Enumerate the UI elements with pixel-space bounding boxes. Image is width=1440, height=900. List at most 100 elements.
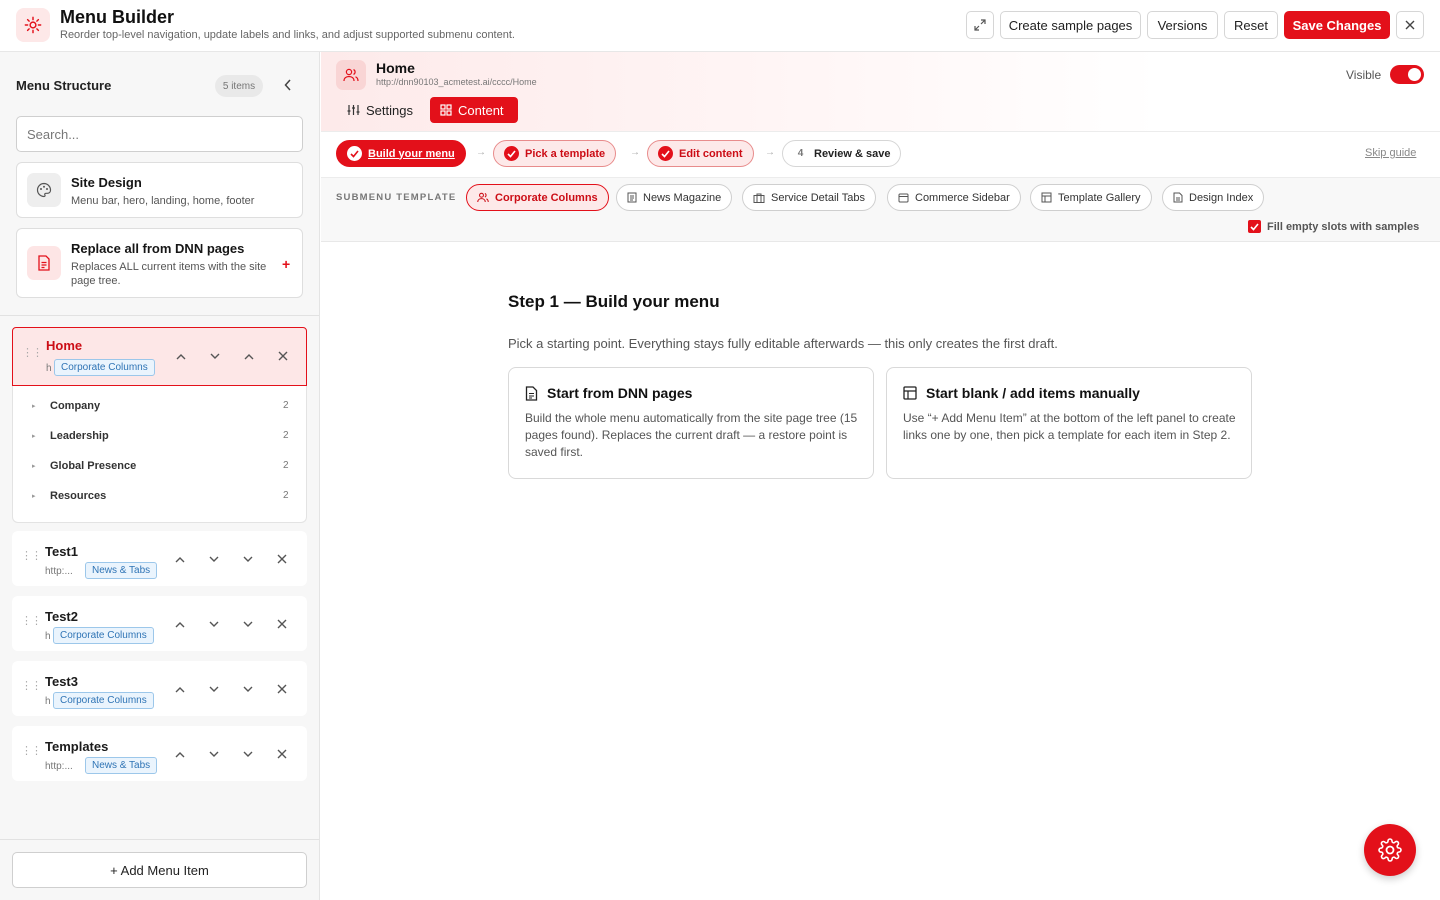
move-down-button[interactable]	[205, 615, 223, 633]
step-pick-template[interactable]: Pick a template	[493, 140, 617, 167]
step-lead: Pick a starting point. Everything stays …	[508, 336, 1058, 351]
move-up-button[interactable]	[171, 615, 189, 633]
file-icon	[1173, 192, 1183, 203]
menu-item-test3[interactable]: ⋮⋮ Test3 http://dnn90103_acmetest.ai/ccc…	[12, 661, 307, 716]
panel-title: Menu Structure	[16, 78, 112, 93]
gear-icon	[1378, 838, 1402, 862]
option-desc: Build the whole menu automatically from …	[525, 411, 858, 459]
chevron-down-icon	[209, 751, 219, 757]
tab-content[interactable]: Content	[430, 97, 518, 123]
expand-item-button[interactable]	[239, 615, 257, 633]
drag-handle-icon[interactable]: ⋮⋮	[21, 746, 42, 757]
start-from-dnn-pages-option[interactable]: Start from DNN pages Build the whole men…	[508, 367, 874, 479]
drag-handle-icon[interactable]: ⋮⋮	[21, 551, 42, 562]
step-build-menu[interactable]: Build your menu	[336, 140, 466, 167]
remove-item-button[interactable]	[274, 347, 292, 365]
collapse-item-button[interactable]	[240, 347, 258, 365]
chevron-up-icon	[175, 686, 185, 692]
reset-button[interactable]: Reset	[1224, 11, 1278, 39]
move-up-button[interactable]	[171, 550, 189, 568]
item-editor-header: Home http://dnn90103_acmetest.ai/cccc/Ho…	[321, 52, 1440, 132]
save-changes-button[interactable]: Save Changes	[1284, 11, 1390, 39]
chevron-down-icon	[243, 556, 253, 562]
close-icon	[278, 351, 288, 361]
item-title: Home	[376, 60, 415, 76]
app-title: Menu Builder	[60, 7, 175, 27]
chevron-down-icon	[209, 621, 219, 627]
template-chip-design-index[interactable]: Design Index	[1162, 184, 1265, 211]
submenu-item[interactable]: ▸ Company 2	[13, 392, 308, 422]
search-input[interactable]	[16, 116, 303, 152]
remove-item-button[interactable]	[273, 550, 291, 568]
expand-item-button[interactable]	[239, 550, 257, 568]
drag-handle-icon[interactable]: ⋮⋮	[21, 616, 42, 627]
menu-item-name: Test3	[45, 674, 78, 689]
tab-settings[interactable]: Settings	[337, 97, 423, 123]
expand-item-button[interactable]	[239, 680, 257, 698]
remove-item-button[interactable]	[273, 615, 291, 633]
menu-item-url: http://dnn90103_acmetest.ai/cccc/Home	[46, 363, 51, 374]
step-edit-content[interactable]: Edit content	[647, 140, 754, 167]
template-chip-service-detail-tabs[interactable]: Service Detail Tabs	[742, 184, 876, 211]
chevron-down-icon	[243, 686, 253, 692]
submenu-item[interactable]: ▸ Resources 2	[13, 482, 308, 512]
move-down-button[interactable]	[205, 745, 223, 763]
close-button[interactable]	[1396, 11, 1424, 39]
settings-fab-button[interactable]	[1364, 824, 1416, 876]
step-review-save[interactable]: 4 Review & save	[782, 140, 902, 167]
skip-guide-link[interactable]: Skip guide	[1365, 147, 1416, 159]
fill-empty-slots-checkbox[interactable]: Fill empty slots with samples	[1248, 220, 1419, 233]
menu-item-test1[interactable]: ⋮⋮ Test1 http:... News & Tabs	[12, 531, 307, 586]
remove-item-button[interactable]	[273, 680, 291, 698]
replace-desc: Replaces ALL current items with the site…	[71, 261, 267, 287]
caret-right-icon: ▸	[32, 463, 36, 470]
template-chip-corporate-columns[interactable]: Corporate Columns	[466, 184, 609, 211]
arrow-right-icon: →	[630, 147, 640, 158]
submenu-item[interactable]: ▸ Leadership 2	[13, 422, 308, 452]
drag-handle-icon[interactable]: ⋮⋮	[21, 681, 42, 692]
submenu-item[interactable]: ▸ Global Presence 2	[13, 452, 308, 482]
menu-builder-logo-icon	[16, 8, 50, 42]
close-icon	[277, 684, 287, 694]
step-heading: Step 1 — Build your menu	[508, 292, 720, 311]
visible-toggle[interactable]	[1390, 65, 1424, 84]
option-title: Start from DNN pages	[547, 385, 693, 401]
site-design-desc: Menu bar, hero, landing, home, footer	[71, 195, 255, 207]
close-icon	[1405, 20, 1415, 30]
menu-item-name: Test2	[45, 609, 78, 624]
template-chip-template-gallery[interactable]: Template Gallery	[1030, 184, 1152, 211]
caret-right-icon: ▸	[32, 403, 36, 410]
expand-item-button[interactable]	[239, 745, 257, 763]
start-blank-option[interactable]: Start blank / add items manually Use “+ …	[886, 367, 1252, 479]
template-label: SUBMENU TEMPLATE	[336, 192, 457, 203]
close-icon	[277, 749, 287, 759]
menu-item-test2[interactable]: ⋮⋮ Test2 http://dnn90103_acmetest.ai/ccc…	[12, 596, 307, 651]
move-up-button[interactable]	[171, 745, 189, 763]
chevron-up-icon	[244, 353, 254, 359]
document-icon	[27, 246, 61, 280]
template-chip-commerce-sidebar[interactable]: Commerce Sidebar	[887, 184, 1021, 211]
versions-button[interactable]: Versions	[1147, 11, 1218, 39]
move-down-button[interactable]	[206, 347, 224, 365]
chevron-left-icon	[284, 79, 291, 91]
template-badge: Corporate Columns	[53, 692, 154, 709]
move-up-button[interactable]	[172, 347, 190, 365]
expand-button[interactable]	[966, 11, 994, 39]
menu-item-templates[interactable]: ⋮⋮ Templates http:... News & Tabs	[12, 726, 307, 781]
menu-item-home[interactable]: ⋮⋮ Home http://dnn90103_acmetest.ai/cccc…	[12, 327, 307, 386]
move-down-button[interactable]	[205, 550, 223, 568]
add-menu-item-button[interactable]: + Add Menu Item	[12, 852, 307, 888]
template-chip-news-magazine[interactable]: News Magazine	[616, 184, 733, 211]
expand-icon	[974, 19, 986, 31]
collapse-panel-button[interactable]	[280, 76, 296, 94]
menu-structure-panel: Menu Structure 5 items Site Design Menu …	[0, 52, 320, 900]
remove-item-button[interactable]	[273, 745, 291, 763]
drag-handle-icon[interactable]: ⋮⋮	[22, 348, 43, 359]
replace-from-dnn-card[interactable]: Replace all from DNN pages Replaces ALL …	[16, 228, 303, 298]
move-up-button[interactable]	[171, 680, 189, 698]
site-design-card[interactable]: Site Design Menu bar, hero, landing, hom…	[16, 162, 303, 218]
create-sample-pages-button[interactable]: Create sample pages	[1000, 11, 1141, 39]
close-icon	[277, 554, 287, 564]
move-down-button[interactable]	[205, 680, 223, 698]
chevron-down-icon	[243, 751, 253, 757]
